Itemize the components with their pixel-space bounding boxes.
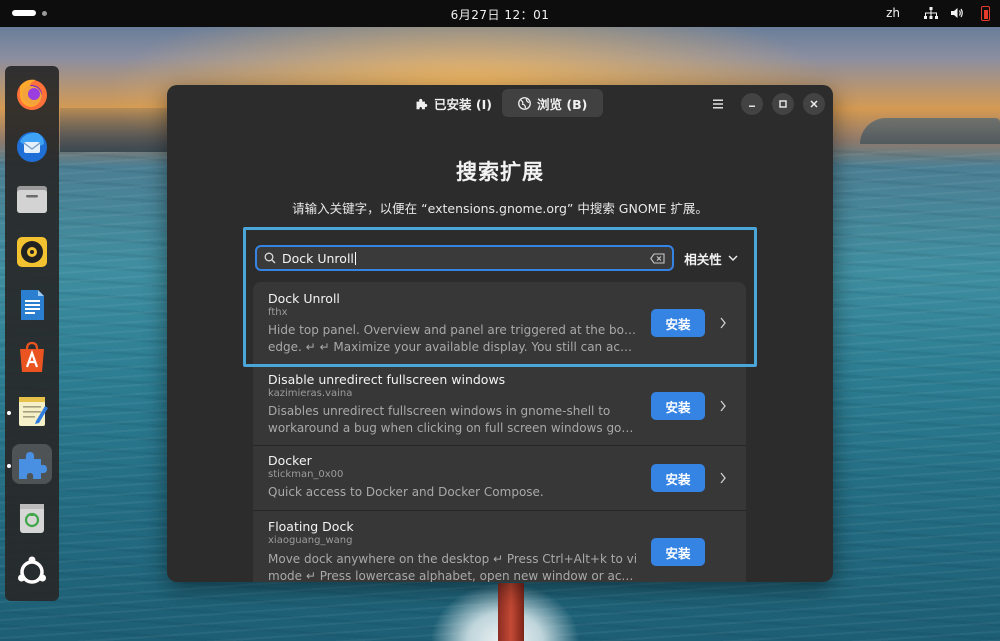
show-apps-icon [18,556,46,584]
search-icon [264,252,276,264]
dock-rhythmbox[interactable] [12,232,52,272]
header-bar: 已安装 (I) 浏览 (B) [167,85,833,123]
chevron-right-icon[interactable] [718,471,728,485]
wallpaper-ship [498,583,524,641]
extension-name: Docker [268,453,312,468]
chevron-right-icon[interactable] [718,399,728,413]
writer-icon [21,290,44,320]
install-button[interactable]: 安装 [651,538,705,566]
menu-button[interactable] [707,93,729,115]
list-item[interactable]: Docker stickman_0x00 Quick access to Doc… [253,446,746,511]
extension-author: stickman_0x00 [268,469,344,480]
wallpaper-port [60,108,170,152]
tab-browse-label: 浏览 (B) [537,96,588,112]
extension-description: Hide top panel. Overview and panel are t… [268,322,638,355]
tab-installed-label: 已安装 (I) [434,96,492,112]
input-language[interactable]: zh [886,6,900,20]
sort-dropdown[interactable]: 相关性 [677,245,745,271]
extension-name: Disable unredirect fullscreen windows [268,372,506,387]
close-icon [810,100,818,108]
close-button[interactable] [803,93,825,115]
list-item[interactable]: Floating Dock xiaoguang_wang Move dock a… [253,511,746,582]
network-icon [924,7,938,19]
text-editor-icon [19,397,48,426]
overlay-shape [752,523,822,582]
page-title: 搜索扩展 [456,160,544,184]
extension-description: Disables unredirect fullscreen windows i… [268,403,638,436]
extension-author: kazimieras.vaina [268,388,353,399]
tab-browse[interactable]: 浏览 (B) [502,89,604,117]
dock-thunderbird[interactable] [12,126,52,166]
hamburger-menu-icon [713,99,723,109]
volume-icon [951,8,963,18]
extension-description-line: Quick access to Docker and Docker Compos… [268,485,544,499]
extension-description: Quick access to Docker and Docker Compos… [268,484,638,501]
extension-description-line: edge. ↵ ↵ Maximize your available displa… [268,339,638,354]
sort-label: 相关性 [684,251,722,267]
search-query: Dock Unroll [282,251,650,266]
maximize-icon [779,100,787,108]
chevron-right-icon[interactable] [718,316,728,330]
dock-trash[interactable] [12,497,52,537]
rhythmbox-icon [17,237,47,267]
extension-manager-icon [19,452,47,479]
dock-text-editor[interactable] [12,391,52,431]
clock[interactable]: 6月27日 12：01 [0,6,1000,23]
extension-author: fthx [268,307,288,318]
list-item[interactable]: Disable unredirect fullscreen windows ka… [253,365,746,446]
extension-description-line: Hide top panel. Overview and panel are t… [268,323,638,337]
list-item[interactable]: Dock Unroll fthx Hide top panel. Overvie… [253,282,746,365]
extension-description-line: Disables unredirect fullscreen windows i… [268,404,611,418]
install-button[interactable]: 安装 [651,464,705,492]
top-bar: 6月27日 12：01 zh [0,0,1000,27]
wallpaper-island [860,118,1000,144]
dock-extension-manager[interactable] [12,444,52,484]
app-center-icon [20,341,44,372]
install-button[interactable]: 安装 [651,309,705,337]
globe-icon [518,96,531,110]
files-icon [17,186,47,213]
running-indicator [7,464,11,468]
puzzle-icon [416,98,428,109]
dock [5,66,59,601]
clear-search-icon[interactable] [650,252,665,264]
dock-firefox[interactable] [12,74,52,114]
dock-files[interactable] [12,179,52,219]
dock-app-center[interactable] [12,338,52,378]
chevron-down-icon [728,255,738,261]
thunderbird-icon [17,132,47,162]
dock-libreoffice-writer[interactable] [12,285,52,325]
search-input[interactable]: Dock Unroll [255,245,674,271]
install-button[interactable]: 安装 [651,392,705,420]
extension-description-line: Move dock anywhere on the desktop ↵ Pres… [268,552,638,566]
maximize-button[interactable] [772,93,794,115]
extension-description: Move dock anywhere on the desktop ↵ Pres… [268,551,638,582]
tab-installed[interactable]: 已安装 (I) [399,89,508,117]
extension-name: Floating Dock [268,519,354,534]
battery-icon [981,6,990,21]
trash-icon [20,504,44,533]
results-list: Dock Unroll fthx Hide top panel. Overvie… [253,282,746,582]
running-indicator [7,411,11,415]
firefox-icon [17,79,47,110]
extension-description-line: mode ↵ Press lowercase alphabet, open ne… [268,568,638,583]
extension-author: xiaoguang_wang [268,535,353,546]
minimize-icon [749,105,755,107]
dock-show-apps[interactable] [12,552,52,592]
extension-manager-window: 已安装 (I) 浏览 (B) 搜索扩展 请输入关键字，以便在 “extensio… [167,85,833,582]
extension-name: Dock Unroll [268,291,340,306]
minimize-button[interactable] [741,93,763,115]
extension-description-line: workaround a bug when clicking on full s… [268,420,638,435]
page-subtitle: 请输入关键字，以便在 “extensions.gnome.org” 中搜索 GN… [292,201,708,216]
